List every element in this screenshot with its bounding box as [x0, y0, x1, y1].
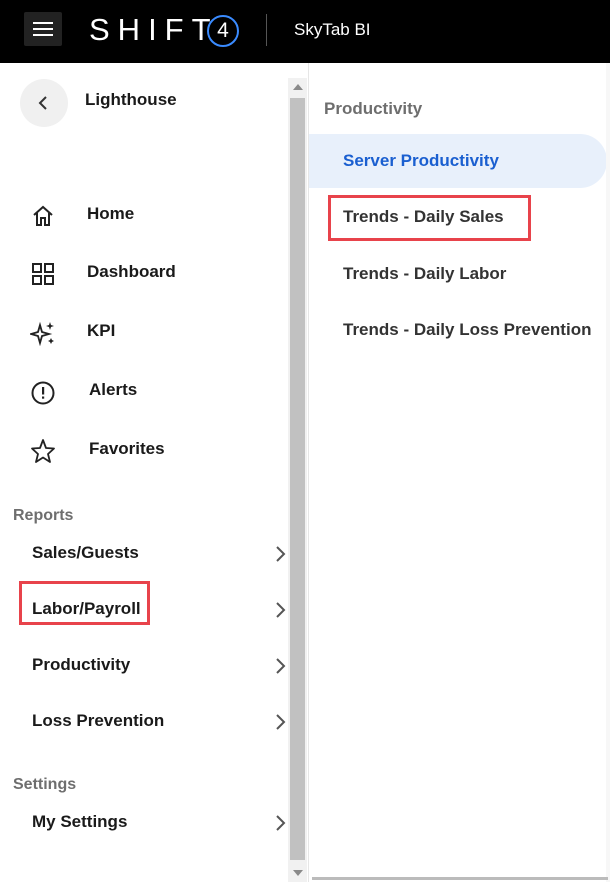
nav-item-dashboard[interactable]: Dashboard	[0, 253, 288, 293]
nav-label-home: Home	[87, 204, 135, 223]
top-bar: SHIFT 4 SkyTab BI	[0, 0, 610, 63]
chevron-left-icon	[38, 96, 47, 110]
brand-mark: 4	[207, 15, 239, 47]
chevron-right-icon	[276, 546, 286, 562]
sidebar-scrollbar[interactable]	[288, 78, 307, 882]
scroll-up-icon[interactable]	[293, 84, 303, 90]
nav-label-kpi: KPI	[87, 321, 116, 340]
report-label: Loss Prevention	[32, 711, 165, 730]
settings-heading: Settings	[13, 776, 77, 793]
nav-label-alerts: Alerts	[89, 380, 138, 399]
submenu-label: Server Productivity	[343, 151, 499, 170]
nav-item-favorites[interactable]: Favorites	[0, 430, 288, 470]
nav-label-favorites: Favorites	[89, 439, 165, 458]
chevron-right-icon	[276, 602, 286, 618]
report-label: Sales/Guests	[32, 543, 139, 562]
report-label: Productivity	[32, 655, 131, 674]
submenu-label: Trends - Daily Loss Prevention	[343, 320, 592, 339]
scroll-down-icon[interactable]	[293, 870, 303, 876]
productivity-submenu: Productivity Server Productivity Trends …	[308, 63, 610, 882]
sidebar: Lighthouse Home Dashboard KPI Alerts Fav…	[0, 63, 288, 882]
menu-icon[interactable]	[24, 12, 62, 46]
submenu-bottom-scrollbar	[312, 877, 608, 880]
header-divider	[266, 14, 267, 46]
productivity-highlight-box	[19, 581, 150, 625]
nav-item-home[interactable]: Home	[0, 195, 288, 235]
submenu-label: Trends - Daily Labor	[343, 264, 507, 283]
submenu-item-server-productivity[interactable]: Server Productivity	[309, 134, 607, 188]
submenu-item-trends-daily-labor[interactable]: Trends - Daily Labor	[309, 247, 609, 301]
product-name: SkyTab BI	[294, 20, 371, 39]
chevron-right-icon	[276, 714, 286, 730]
submenu-title: Productivity	[324, 99, 423, 118]
nav-item-kpi[interactable]: KPI	[0, 312, 288, 352]
sparkle-icon	[30, 321, 54, 346]
chevron-right-icon	[276, 815, 286, 831]
nav-item-alerts[interactable]: Alerts	[0, 371, 288, 411]
app-name: Lighthouse	[85, 90, 177, 109]
chevron-right-icon	[276, 658, 286, 674]
report-item-loss-prevention[interactable]: Loss Prevention	[0, 702, 288, 742]
submenu-item-trends-daily-loss-prevention[interactable]: Trends - Daily Loss Prevention	[309, 303, 609, 357]
scroll-thumb[interactable]	[290, 98, 305, 860]
grid-icon	[32, 263, 54, 285]
star-icon	[31, 439, 55, 463]
settings-item-my-settings[interactable]: My Settings	[0, 803, 288, 843]
report-item-productivity[interactable]: Productivity	[0, 646, 288, 686]
background-page-edge	[606, 63, 610, 882]
alert-circle-icon	[31, 381, 55, 405]
report-item-sales-guests[interactable]: Sales/Guests	[0, 534, 288, 574]
nav-label-dashboard: Dashboard	[87, 262, 176, 281]
home-icon	[33, 205, 53, 226]
brand-logo: SHIFT	[89, 12, 219, 47]
trends-daily-sales-highlight-box	[328, 195, 531, 241]
reports-heading: Reports	[13, 507, 74, 524]
settings-label: My Settings	[32, 812, 128, 831]
back-button[interactable]	[20, 79, 68, 127]
